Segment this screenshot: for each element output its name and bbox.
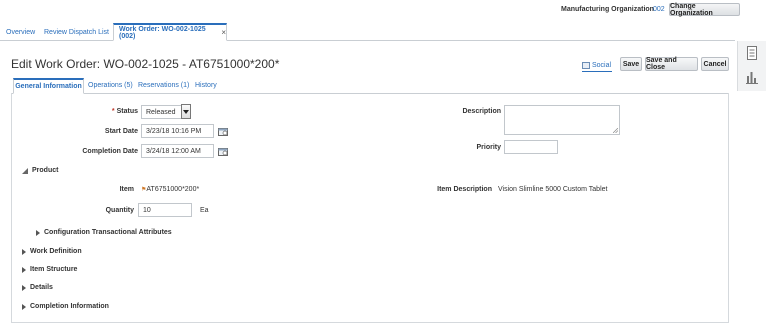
quantity-input[interactable]: 10 — [138, 203, 192, 217]
tabs-divider — [0, 40, 735, 41]
subtab-general-information[interactable]: General Information — [13, 78, 84, 94]
quantity-label: Quantity — [105, 207, 134, 214]
section-work-definition[interactable]: Work Definition — [22, 248, 82, 255]
item-value: ⚑AT6751000*200* — [141, 186, 200, 193]
item-label: Item — [119, 186, 134, 193]
social-button[interactable]: Social — [582, 60, 612, 72]
tab-work-order[interactable]: Work Order: WO-002-1025 (002) × — [113, 23, 227, 41]
item-description-value: Vision Slimline 5000 Custom Tablet — [498, 186, 608, 193]
expand-icon — [22, 266, 26, 273]
section-item-structure[interactable]: Item Structure — [22, 266, 77, 273]
tab-review-dispatch-list-label: Review Dispatch List — [44, 29, 109, 36]
save-button[interactable]: Save — [620, 57, 642, 71]
organization-code: 002 — [653, 6, 665, 13]
page-title: Edit Work Order: WO-002-1025 - AT6751000… — [11, 57, 280, 71]
uom-value: Ea — [200, 207, 209, 214]
start-date-label: Start Date — [104, 128, 138, 135]
section-details[interactable]: Details — [22, 284, 53, 291]
subtab-operations[interactable]: Operations (5) — [88, 82, 133, 89]
tab-overview[interactable]: Overview — [6, 25, 35, 40]
chevron-down-icon — [183, 109, 189, 114]
expand-icon — [22, 303, 26, 310]
change-organization-button[interactable]: Change Organization — [669, 3, 740, 17]
priority-input[interactable] — [504, 140, 558, 154]
completion-date-input[interactable]: 3/24/18 12:00 AM — [141, 144, 214, 158]
calendar-icon[interactable] — [218, 127, 228, 136]
start-date-input[interactable]: 3/23/18 10:16 PM — [141, 124, 214, 138]
status-label: * Status — [111, 108, 138, 115]
status-dropdown-button[interactable] — [181, 104, 191, 119]
status-value: Released — [146, 108, 176, 116]
required-indicator: * — [111, 108, 115, 115]
subtab-reservations[interactable]: Reservations (1) — [138, 82, 189, 89]
tab-review-dispatch-list[interactable]: Review Dispatch List × — [44, 25, 118, 40]
expand-icon — [22, 248, 26, 255]
close-icon[interactable]: × — [221, 28, 226, 37]
expand-icon — [22, 284, 26, 291]
cancel-button[interactable]: Cancel — [701, 57, 729, 71]
section-product[interactable]: Product — [22, 167, 58, 174]
description-label: Description — [462, 108, 501, 115]
bar-chart-icon[interactable] — [746, 70, 758, 84]
calendar-icon[interactable] — [218, 147, 228, 156]
resize-handle-icon[interactable] — [613, 128, 618, 133]
organization-label: Manufacturing Organization — [561, 6, 654, 13]
item-description-label: Item Description — [437, 186, 492, 193]
social-icon — [582, 62, 590, 69]
social-label: Social — [592, 62, 612, 69]
expand-icon — [36, 229, 40, 236]
tab-overview-label: Overview — [6, 29, 36, 36]
subtab-history[interactable]: History — [195, 82, 217, 89]
completion-date-label: Completion Date — [82, 148, 138, 155]
document-icon[interactable] — [746, 46, 758, 60]
section-completion-information[interactable]: Completion Information — [22, 303, 109, 310]
priority-label: Priority — [476, 144, 501, 151]
section-configuration-attributes[interactable]: Configuration Transactional Attributes — [36, 229, 172, 236]
tab-work-order-label: Work Order: WO-002-1025 (002) — [119, 25, 206, 40]
save-and-close-button[interactable]: Save and Close — [645, 57, 698, 71]
description-textarea[interactable] — [504, 105, 620, 135]
collapse-icon — [22, 167, 28, 174]
